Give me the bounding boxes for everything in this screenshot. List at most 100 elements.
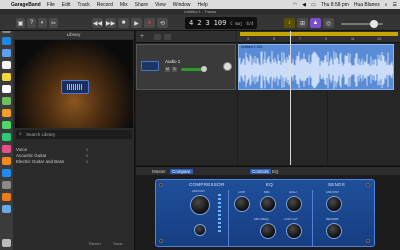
menu-user[interactable]: Hua Blanes — [354, 2, 380, 8]
stop-button[interactable]: ■ — [118, 18, 129, 28]
library-panel: Library ⌕ Search Library Voice x Acousti… — [13, 31, 135, 250]
rewind-button[interactable]: ◀◀ — [92, 18, 103, 28]
count-in-button[interactable]: ⊞ — [297, 18, 308, 28]
knob-label: LOW — [238, 190, 245, 194]
trash-icon[interactable] — [2, 239, 11, 247]
maps-icon[interactable] — [2, 97, 11, 105]
library-footer: Revert Save... — [13, 241, 135, 248]
mute-button[interactable]: M — [165, 67, 170, 72]
sends-title: SENDS — [328, 182, 346, 187]
library-item-label: Acoustic Guitar — [16, 153, 47, 158]
play-button[interactable]: ▶ — [131, 18, 142, 28]
eq-mid-knob[interactable] — [260, 196, 276, 212]
track-volume-knob[interactable] — [201, 66, 207, 72]
menu-share[interactable]: Share — [135, 2, 148, 8]
cycle-button[interactable]: ⟲ — [157, 18, 168, 28]
playhead[interactable] — [290, 31, 291, 165]
track-name[interactable]: Audio 1 — [165, 59, 180, 64]
master-button[interactable]: Master — [152, 169, 166, 174]
help-button[interactable]: ? — [27, 18, 36, 28]
library-patch-image — [15, 40, 133, 128]
cycle-region[interactable] — [240, 32, 398, 36]
battery-icon[interactable]: ▭ — [311, 2, 316, 8]
ibooks-icon[interactable] — [2, 157, 11, 165]
solo-button[interactable]: S — [172, 67, 177, 72]
compressor-secondary-knob[interactable] — [194, 224, 206, 236]
channel-strip-rack: COMPRESSOR EQ SENDS AMOUNT LOW MID HIGH … — [155, 179, 375, 247]
safari-icon[interactable] — [2, 37, 11, 45]
flex-icon[interactable] — [164, 34, 171, 40]
menu-edit[interactable]: Edit — [62, 2, 71, 8]
add-track-icon[interactable]: + — [140, 33, 144, 40]
controls-tab[interactable]: Controls — [250, 169, 271, 174]
library-search-placeholder: Search Library — [26, 132, 56, 137]
itunes-icon[interactable] — [2, 145, 11, 153]
revert-button[interactable]: Revert — [89, 241, 101, 246]
eq-low-cut-knob[interactable] — [286, 223, 302, 239]
spotlight-icon[interactable]: ⌕ — [385, 2, 388, 8]
record-button[interactable]: ● — [144, 18, 155, 28]
track-pan-knob[interactable] — [223, 62, 232, 71]
menu-track[interactable]: Track — [77, 2, 89, 8]
garageband-icon[interactable] — [2, 193, 11, 201]
eq-high-knob[interactable] — [286, 196, 302, 212]
menu-view[interactable]: View — [155, 2, 166, 8]
reminders-icon[interactable] — [2, 85, 11, 93]
photos-icon[interactable] — [2, 109, 11, 117]
eq-mid-freq-knob[interactable] — [260, 223, 276, 239]
lcd-tempo: 109 — [213, 19, 227, 27]
reverb-knob[interactable] — [326, 223, 342, 239]
forward-button[interactable]: ▶▶ — [105, 18, 116, 28]
library-item-label: Electric Guitar and Bass — [16, 159, 65, 164]
catch-playhead-icon[interactable] — [154, 34, 161, 40]
menu-mix[interactable]: Mix — [120, 2, 128, 8]
ruler[interactable]: 3 5 7 9 11 13 — [237, 31, 400, 43]
compressor-amount-knob[interactable] — [190, 195, 210, 215]
folder-icon[interactable] — [2, 205, 11, 213]
menu-window[interactable]: Window — [173, 2, 191, 8]
ruler-tick: 9 — [325, 37, 327, 41]
audio-region[interactable]: Untitled 1 #01 — [238, 44, 394, 90]
knob-label: MID FREQ — [254, 217, 269, 221]
library-item[interactable]: Electric Guitar and Bass x — [16, 159, 132, 165]
master-volume-knob[interactable] — [370, 20, 378, 28]
notes-icon[interactable] — [2, 73, 11, 81]
mail-icon[interactable] — [2, 49, 11, 57]
menu-record[interactable]: Record — [97, 2, 113, 8]
eq-tab[interactable]: EQ — [272, 169, 279, 174]
loop-browser-button[interactable]: ◎ — [323, 18, 334, 28]
ruler-tick: 3 — [247, 37, 249, 41]
eq-low-knob[interactable] — [234, 196, 250, 212]
smart-controls-button[interactable]: ◐ — [38, 18, 47, 28]
library-button[interactable]: ▣ — [16, 18, 25, 28]
system-preferences-icon[interactable] — [2, 181, 11, 189]
app-store-icon[interactable] — [2, 169, 11, 177]
lcd-display[interactable]: 4 2 3 109 C maj 4/4 — [185, 17, 257, 29]
menu-file[interactable]: File — [47, 2, 55, 8]
knob-label: MID — [264, 190, 270, 194]
tuner-button[interactable]: ♪ — [284, 18, 295, 28]
library-search-input[interactable]: ⌕ Search Library — [16, 130, 132, 139]
audio-track-icon — [141, 61, 159, 71]
track-header[interactable]: Audio 1 M S — [136, 44, 236, 90]
editors-button[interactable]: ✂ — [49, 18, 58, 28]
menu-bar: GarageBand File Edit Track Record Mix Sh… — [0, 0, 400, 9]
wifi-icon[interactable]: ◠ — [293, 2, 297, 8]
menu-app-name[interactable]: GarageBand — [11, 2, 41, 8]
compare-button[interactable]: Compare — [170, 169, 193, 174]
knob-label: AMOUNT — [326, 190, 339, 194]
library-item-label: Voice — [16, 147, 28, 152]
messages-icon[interactable] — [2, 121, 11, 129]
menu-clock[interactable]: Thu 8:58 pm — [321, 2, 349, 8]
facetime-icon[interactable] — [2, 133, 11, 141]
notification-center-icon[interactable]: ☰ — [393, 2, 397, 8]
calendar-icon[interactable] — [2, 61, 11, 69]
save-button[interactable]: Save... — [113, 241, 125, 246]
dock — [0, 9, 13, 250]
menu-help[interactable]: Help — [198, 2, 208, 8]
metronome-button[interactable]: ▲ — [310, 18, 321, 28]
sends-amount-knob[interactable] — [326, 196, 342, 212]
waveform — [239, 51, 393, 89]
volume-icon[interactable]: ◀ — [302, 2, 306, 8]
ruler-tick: 11 — [351, 37, 355, 41]
